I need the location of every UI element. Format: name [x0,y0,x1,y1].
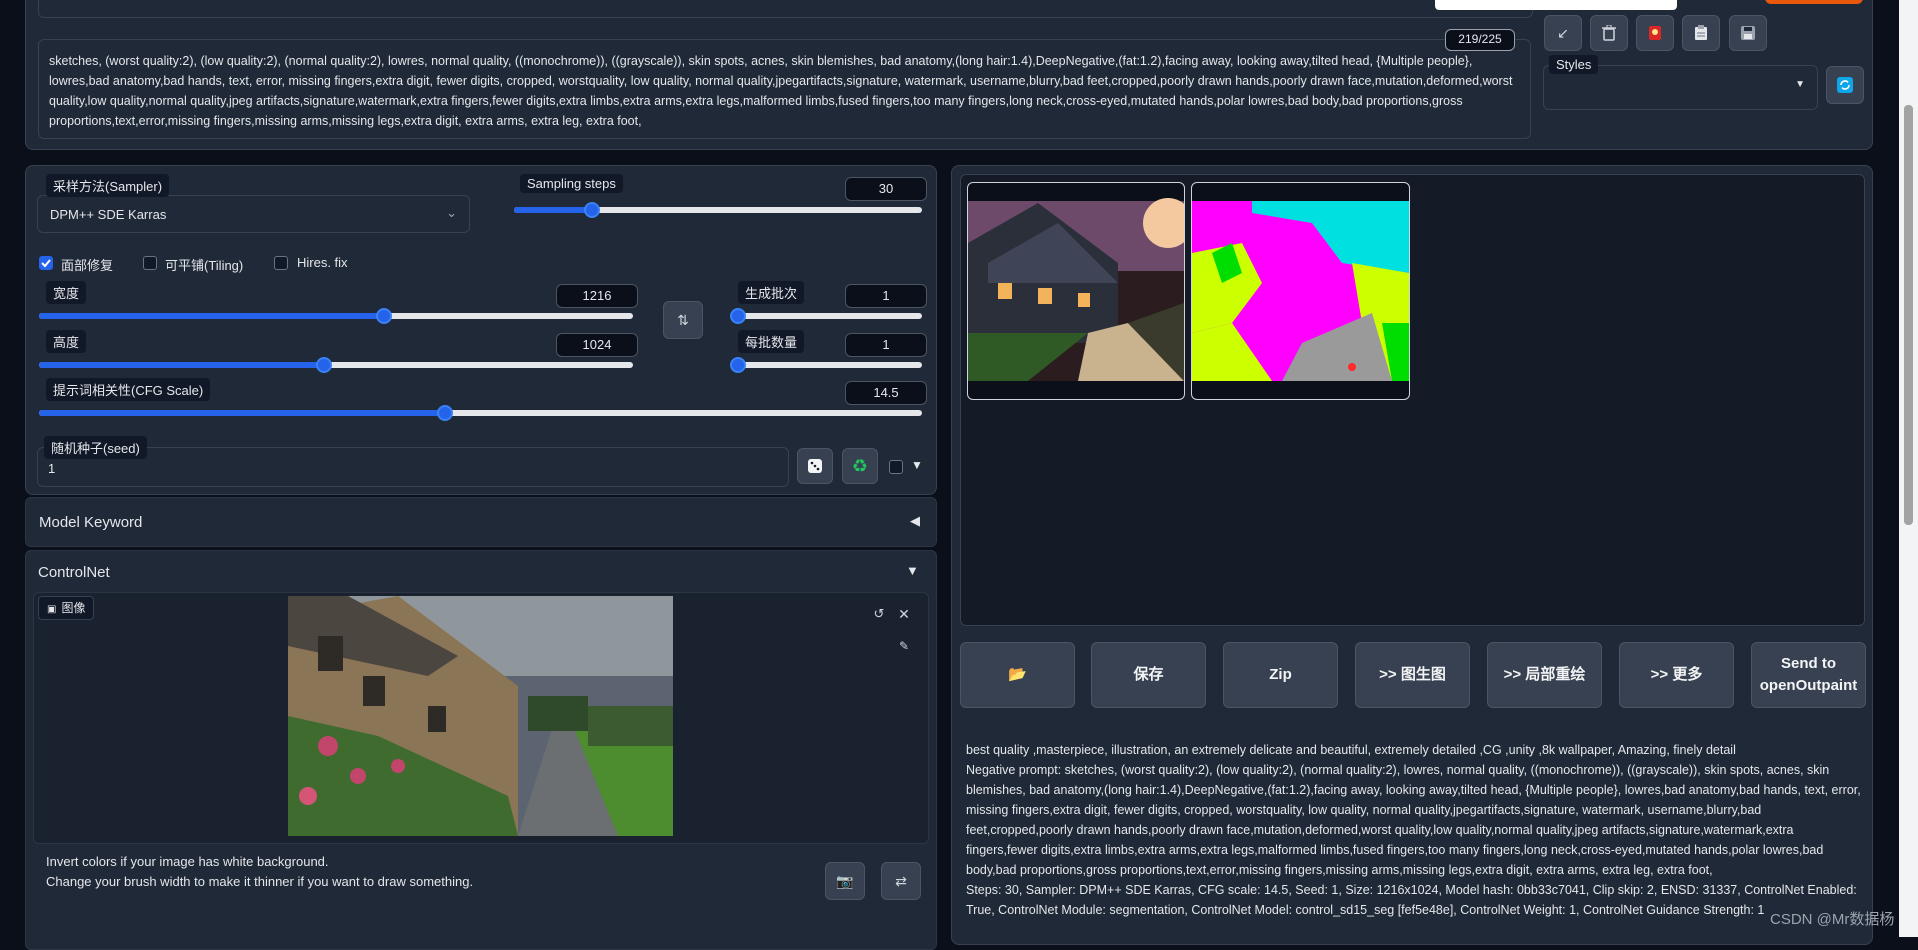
dropdown-edge [1435,0,1677,10]
arrow-icon[interactable]: ↙ [1544,15,1582,51]
generate-button-edge[interactable] [1765,0,1863,4]
sampling-steps-label: Sampling steps [520,174,623,193]
seed-value: 1 [48,461,56,476]
cfg-scale-label: 提示词相关性(CFG Scale) [46,378,211,401]
hires-fix-label: Hires. fix [297,255,348,270]
batch-size-input[interactable]: 1 [845,333,927,357]
height-slider-thumb[interactable] [316,357,333,373]
height-label: 高度 [46,330,87,353]
controlnet-input-image[interactable] [288,596,673,836]
zip-button[interactable]: Zip [1223,642,1338,708]
batch-size-label: 每批数量 [738,330,805,353]
width-slider[interactable] [39,308,633,324]
send-to-openoutpaint-button[interactable]: Send to openOutpaint [1751,642,1866,708]
sampler-value: DPM++ SDE Karras [50,207,167,222]
batch-count-slider[interactable] [730,308,922,324]
dice-icon[interactable] [797,448,833,484]
collapse-left-icon: ◀ [910,513,920,528]
expand-down-icon[interactable]: ▼ [906,563,919,578]
sampling-steps-slider-thumb[interactable] [583,202,600,218]
controlnet-title[interactable]: ControlNet [38,564,110,581]
tiling-label: 可平铺(Tiling) [165,258,244,273]
face-restore-label: 面部修复 [61,258,114,273]
styles-label: Styles [1549,55,1599,74]
generation-params: Steps: 30, Sampler: DPM++ SDE Karras, CF… [966,883,1857,917]
extra-seed-checkbox[interactable] [889,460,903,474]
height-slider[interactable] [39,357,633,373]
gallery-thumb-result[interactable] [967,182,1185,400]
seed-input[interactable]: 1 [37,447,789,487]
refresh-styles-icon[interactable] [1826,66,1864,104]
batch-count-label: 生成批次 [738,281,805,304]
watermark: CSDN @Mr数据杨 [1770,911,1895,928]
negative-prompt-textarea[interactable]: sketches, (worst quality:2), (low qualit… [38,39,1531,139]
model-keyword-accordion[interactable]: Model Keyword ◀ [25,497,937,547]
chevron-down-icon: ⌄ [446,205,457,220]
trash-icon[interactable] [1590,15,1628,51]
tiling-checkbox[interactable] [143,256,157,270]
height-slider-fill [39,362,325,368]
model-keyword-title: Model Keyword [39,514,143,531]
sampling-steps-slider[interactable] [514,202,922,218]
hires-fix-checkbox[interactable] [274,256,288,270]
save-output-button[interactable]: 保存 [1091,642,1206,708]
brush-icon[interactable]: ✎ [894,636,914,656]
cfg-scale-slider[interactable] [39,405,922,421]
swap-dimensions-icon[interactable]: ⇅ [663,301,703,339]
image-icon: ▣ [47,604,57,615]
sampling-steps-input[interactable]: 30 [845,177,927,201]
batch-size-slider-thumb[interactable] [730,357,746,373]
expand-triangle-icon[interactable]: ▼ [911,458,923,472]
undo-icon[interactable]: ↺ [869,604,889,624]
width-slider-thumb[interactable] [375,308,392,324]
swap-arrows-icon[interactable]: ⇄ [881,862,921,900]
generation-info: best quality ,masterpiece, illustration,… [966,740,1866,920]
clipboard-icon[interactable] [1682,15,1720,51]
positive-prompt-box[interactable] [38,0,1533,18]
send-to-extras-button[interactable]: >> 更多 [1619,642,1734,708]
gallery-thumb-segmentation[interactable] [1191,182,1410,400]
batch-count-slider-thumb[interactable] [730,308,746,324]
seed-label: 随机种子(seed) [44,436,147,459]
sampling-steps-slider-fill [514,207,592,213]
open-folder-button[interactable]: 📂 [960,642,1075,708]
send-to-img2img-button[interactable]: >> 图生图 [1355,642,1470,708]
close-icon[interactable]: ✕ [894,604,914,624]
save-icon[interactable] [1729,15,1767,51]
face-restore-checkbox[interactable] [39,256,53,270]
style-icon[interactable] [1636,15,1674,51]
recycle-icon[interactable]: ♻ [842,448,878,484]
token-counter: 219/225 [1445,29,1515,51]
sampler-label: 采样方法(Sampler) [46,174,170,197]
send-to-inpaint-button[interactable]: >> 局部重绘 [1487,642,1602,708]
controlnet-image-tab[interactable]: ▣ 图像 [38,596,95,620]
controlnet-hint-line2: Change your brush width to make it thinn… [46,874,474,889]
width-label: 宽度 [46,281,87,304]
height-input[interactable]: 1024 [556,333,638,357]
generation-negative-prompt: Negative prompt: sketches, (worst qualit… [966,763,1861,877]
cfg-scale-slider-fill [39,410,446,416]
chevron-down-icon: ▼ [1795,79,1805,90]
sampler-dropdown[interactable]: DPM++ SDE Karras ⌄ [37,195,470,233]
folder-icon: 📂 [1008,666,1027,683]
scrollbar-thumb[interactable] [1904,105,1913,525]
batch-count-input[interactable]: 1 [845,284,927,308]
width-slider-fill [39,313,384,319]
camera-icon[interactable]: 📷 [825,862,865,900]
negative-prompt-text: sketches, (worst quality:2), (low qualit… [49,54,1513,128]
page-scrollbar[interactable] [1899,0,1918,937]
image-tab-label: 图像 [61,601,86,615]
width-input[interactable]: 1216 [556,284,638,308]
generation-prompt: best quality ,masterpiece, illustration,… [966,743,1736,757]
cfg-scale-input[interactable]: 14.5 [845,381,927,405]
batch-size-slider[interactable] [730,357,922,373]
controlnet-hint-line1: Invert colors if your image has white ba… [46,854,329,869]
